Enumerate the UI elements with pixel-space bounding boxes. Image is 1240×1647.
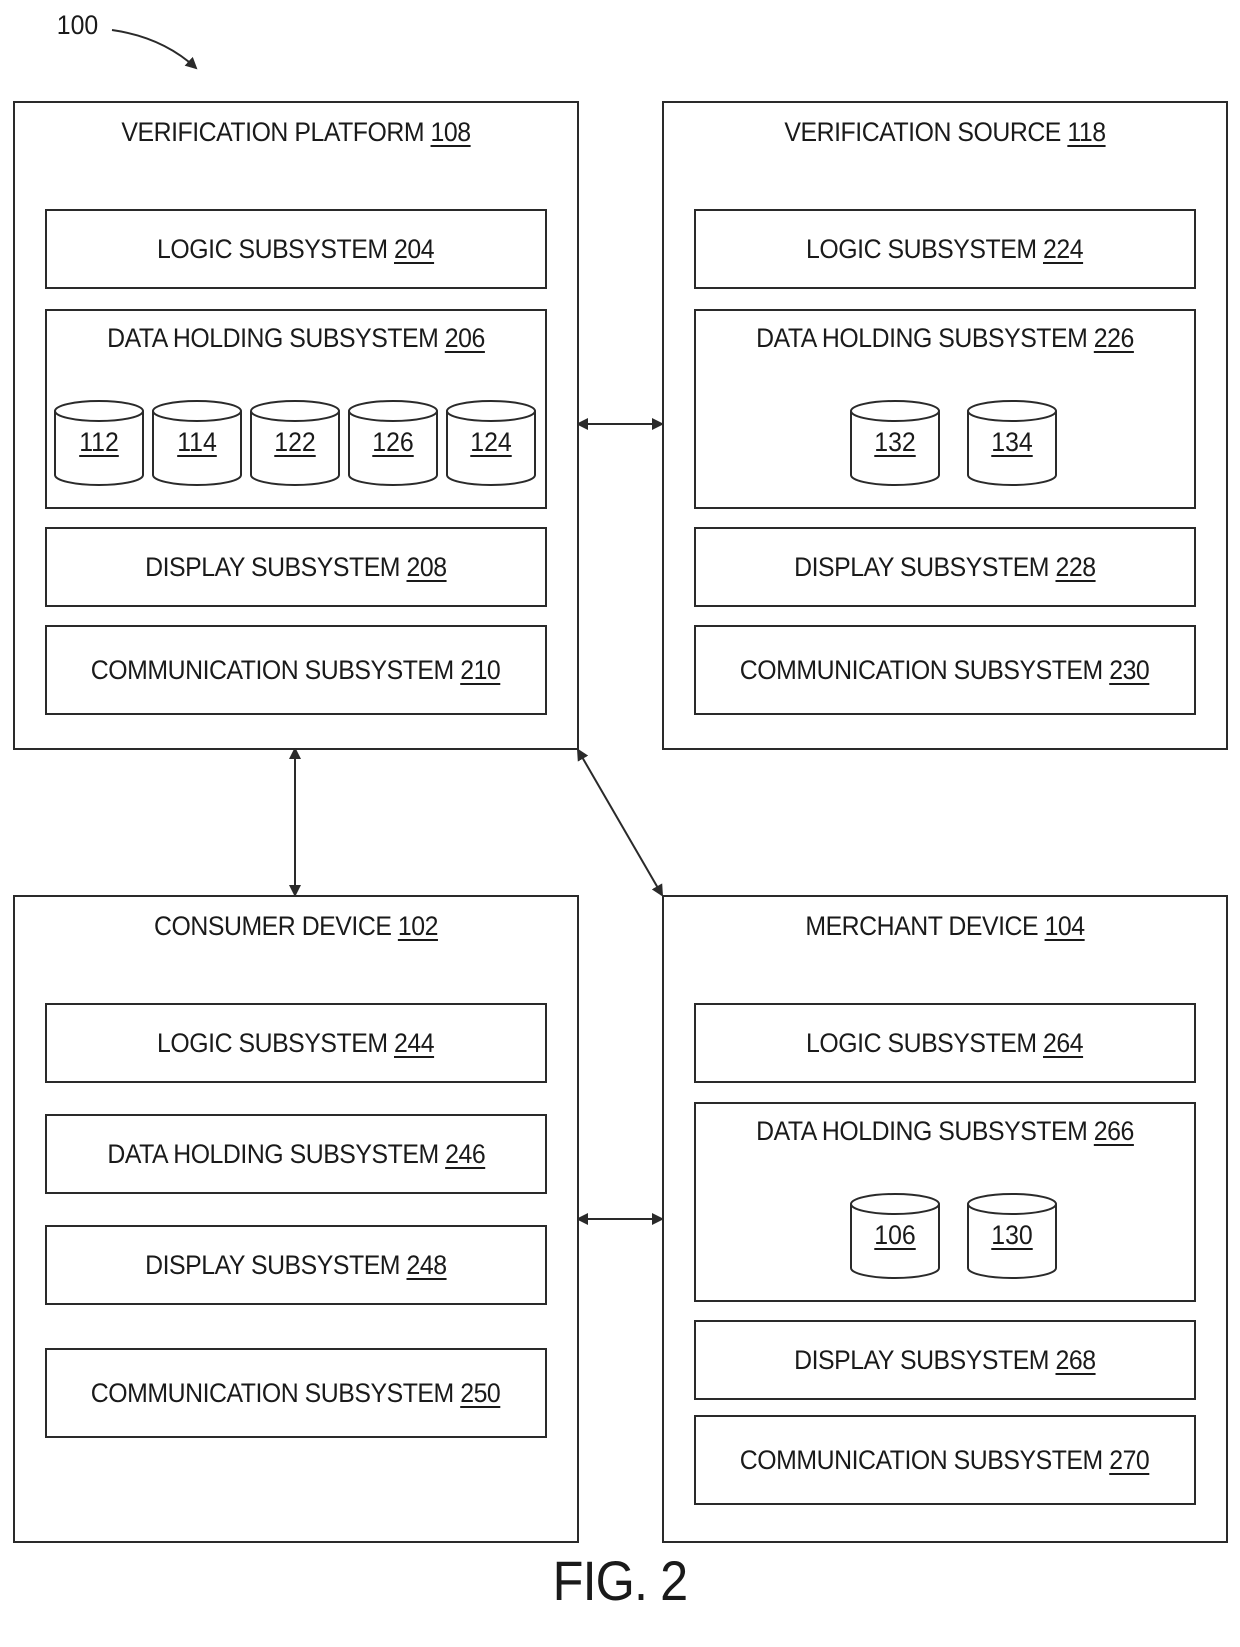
ref-100-arrow <box>111 29 198 70</box>
communication-subsystem: COMMUNICATION SUBSYSTEM 230 <box>694 625 1196 715</box>
ref-number: 108 <box>430 117 472 147</box>
database-ref-number: 134 <box>991 427 1033 457</box>
arrow-platform-merchant <box>576 748 664 897</box>
consumer-device-title: CONSUMER DEVICE 102 <box>154 911 439 941</box>
database-ref-number: 106 <box>874 1220 916 1250</box>
data-holding-subsystem: DATA HOLDING SUBSYSTEM 226 132 134 <box>694 309 1196 509</box>
communication-subsystem: COMMUNICATION SUBSYSTEM 270 <box>694 1415 1196 1505</box>
ref-number: 268 <box>1055 1344 1097 1375</box>
database-ref-number: 126 <box>372 427 414 457</box>
database-ref-number: 130 <box>991 1220 1033 1250</box>
ref-number: 104 <box>1044 911 1086 941</box>
database-cylinder: 106 <box>849 1190 941 1282</box>
database-ref-number: 114 <box>177 427 217 457</box>
database-ref-number: 132 <box>874 427 916 457</box>
ref-number: 210 <box>460 654 502 685</box>
logic-subsystem: LOGIC SUBSYSTEM 204 <box>45 209 547 289</box>
communication-subsystem: COMMUNICATION SUBSYSTEM 210 <box>45 625 547 715</box>
verification-source-block: VERIFICATION SOURCE 118 LOGIC SUBSYSTEM … <box>662 101 1228 750</box>
display-subsystem: DISPLAY SUBSYSTEM 248 <box>45 1225 547 1305</box>
database-cylinder: 124 <box>445 397 537 489</box>
verification-source-title: VERIFICATION SOURCE 118 <box>784 117 1106 147</box>
ref-number: 208 <box>406 551 448 582</box>
display-subsystem: DISPLAY SUBSYSTEM 208 <box>45 527 547 607</box>
database-cylinder: 130 <box>966 1190 1058 1282</box>
consumer-device-block: CONSUMER DEVICE 102 LOGIC SUBSYSTEM 244 … <box>13 895 579 1543</box>
ref-number: 102 <box>397 911 439 941</box>
logic-subsystem: LOGIC SUBSYSTEM 244 <box>45 1003 547 1083</box>
ref-number: 118 <box>1067 117 1106 147</box>
merchant-device-block: MERCHANT DEVICE 104 LOGIC SUBSYSTEM 264 … <box>662 895 1228 1543</box>
ref-number: 264 <box>1043 1027 1084 1058</box>
ref-number: 204 <box>394 233 435 264</box>
database-cylinder: 126 <box>347 397 439 489</box>
ref-number: 248 <box>406 1249 448 1280</box>
database-cylinder: 134 <box>966 397 1058 489</box>
database-cylinder: 114 <box>151 397 243 489</box>
ref-number: 224 <box>1043 233 1084 264</box>
database-ref-number: 112 <box>79 427 119 457</box>
ref-number: 226 <box>1093 323 1135 353</box>
figure-caption: FIG. 2 <box>552 1549 689 1612</box>
data-holding-subsystem: DATA HOLDING SUBSYSTEM 266 106 130 <box>694 1102 1196 1302</box>
display-subsystem: DISPLAY SUBSYSTEM 228 <box>694 527 1196 607</box>
ref-number: 246 <box>444 1138 486 1169</box>
communication-subsystem: COMMUNICATION SUBSYSTEM 250 <box>45 1348 547 1438</box>
data-holding-subsystem: DATA HOLDING SUBSYSTEM 206 112 114 122 126 1… <box>45 309 547 509</box>
data-holding-subsystem: DATA HOLDING SUBSYSTEM 246 <box>45 1114 547 1194</box>
database-ref-number: 122 <box>274 427 316 457</box>
ref-number: 230 <box>1109 654 1151 685</box>
database-cylinder: 122 <box>249 397 341 489</box>
ref-number: 266 <box>1093 1116 1135 1146</box>
database-ref-number: 124 <box>470 427 512 457</box>
ref-number: 270 <box>1109 1444 1151 1475</box>
verification-platform-block: VERIFICATION PLATFORM 108 LOGIC SUBSYSTE… <box>13 101 579 750</box>
verification-platform-title: VERIFICATION PLATFORM 108 <box>121 117 472 147</box>
ref-number: 228 <box>1055 551 1097 582</box>
ref-number: 206 <box>444 323 486 353</box>
database-cylinder: 112 <box>53 397 145 489</box>
logic-subsystem: LOGIC SUBSYSTEM 264 <box>694 1003 1196 1083</box>
display-subsystem: DISPLAY SUBSYSTEM 268 <box>694 1320 1196 1400</box>
ref-number: 250 <box>460 1377 502 1408</box>
database-cylinder: 132 <box>849 397 941 489</box>
logic-subsystem: LOGIC SUBSYSTEM 224 <box>694 209 1196 289</box>
merchant-device-title: MERCHANT DEVICE 104 <box>805 911 1086 941</box>
ref-number: 244 <box>394 1027 435 1058</box>
